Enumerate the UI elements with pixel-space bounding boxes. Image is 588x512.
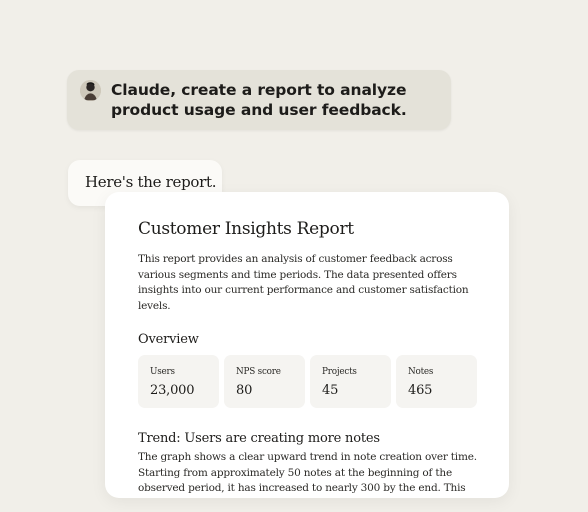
metric-label: Notes [408, 367, 434, 377]
metric-value: 465 [408, 383, 433, 398]
metric-label: Users [150, 367, 175, 377]
metric-projects: Projects 45 [310, 355, 391, 408]
assistant-message-text: Here's the report. [85, 173, 217, 191]
metrics-grid: Users 23,000 NPS score 80 Projects 45 No… [138, 355, 478, 408]
metric-label: NPS score [236, 367, 281, 377]
report-intro: This report provides an analysis of cust… [138, 253, 469, 312]
metric-value: 45 [322, 383, 339, 398]
overview-heading: Overview [138, 332, 199, 347]
metric-label: Projects [322, 367, 357, 377]
chat-page: Claude, create a report to analyze produ… [0, 0, 588, 512]
metric-nps-score: NPS score 80 [224, 355, 305, 408]
trend-heading: Trend: Users are creating more notes [138, 431, 380, 446]
metric-users: Users 23,000 [138, 355, 219, 408]
metric-notes: Notes 465 [396, 355, 477, 408]
report-card: Customer Insights Report This report pro… [105, 192, 509, 498]
user-message-text: Claude, create a report to analyze produ… [111, 81, 407, 119]
report-title: Customer Insights Report [138, 219, 354, 239]
metric-value: 23,000 [150, 383, 195, 398]
metric-value: 80 [236, 383, 253, 398]
trend-text: The graph shows a clear upward trend in … [138, 451, 477, 494]
user-avatar-icon [80, 80, 101, 101]
